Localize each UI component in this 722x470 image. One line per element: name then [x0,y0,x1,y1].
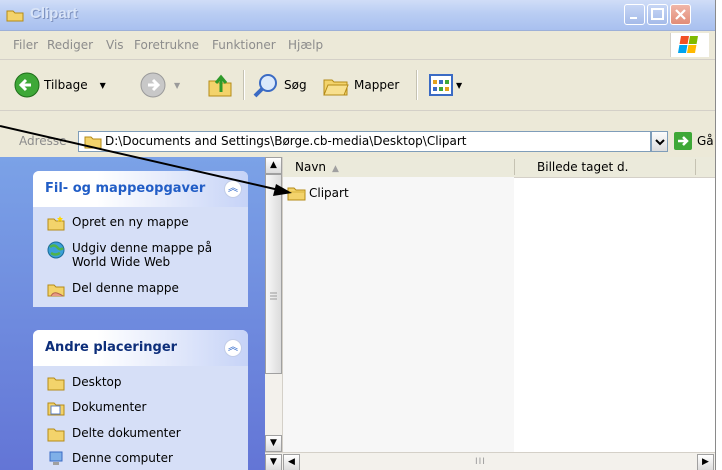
globe-icon [47,241,65,259]
up-folder-icon [208,74,232,97]
collapse-chevron-icon[interactable]: ︽ [224,180,242,198]
menu-view[interactable]: Vis [106,38,124,52]
folder-icon [47,377,65,391]
horizontal-scrollbar[interactable]: ▼ ◀ III ▶ [265,452,715,470]
place-desktop[interactable]: Desktop [47,375,122,391]
back-arrow-icon [14,72,40,98]
place-label: Delte dokumenter [72,426,181,440]
place-label: Dokumenter [72,400,147,414]
menu-help[interactable]: Hjælp [288,38,323,52]
menu-edit[interactable]: Rediger [47,38,93,52]
windows-logo-icon [670,33,709,57]
place-label: Desktop [72,375,122,389]
computer-icon [49,451,63,465]
go-label: Gå [697,134,714,148]
search-button[interactable]: Søg [252,71,307,99]
column-divider[interactable] [514,159,515,175]
column-header: Navn ▲ Billede taget d. [283,157,715,178]
left-pane-scrollbar[interactable]: ▲ ▼ [265,157,283,470]
column-date-taken[interactable]: Billede taget d. [537,160,628,174]
folder-icon [47,428,65,442]
menu-favorites[interactable]: Foretrukne [134,38,199,52]
chevron-down-icon[interactable]: ▼ [174,81,180,90]
search-label: Søg [284,78,307,92]
column-name[interactable]: Navn ▲ [295,160,339,174]
address-input[interactable]: D:\Documents and Settings\Børge.cb-media… [78,131,651,152]
close-button[interactable] [670,4,691,25]
address-value: D:\Documents and Settings\Børge.cb-media… [105,134,467,148]
address-dropdown-button[interactable] [651,131,668,152]
task-label: Del denne mappe [72,281,179,295]
file-tasks-header[interactable]: Fil- og mappeopgaver ︽ [33,171,248,207]
collapse-chevron-icon[interactable]: ︽ [224,339,242,357]
task-new-folder[interactable]: Opret en ny mappe [47,215,189,231]
scroll-down-button[interactable]: ▼ [265,435,282,452]
folders-button[interactable]: Mapper [322,71,399,99]
task-label: Opret en ny mappe [72,215,189,229]
task-publish-web[interactable]: Udgiv denne mappe på World Wide Web [47,241,212,269]
folders-icon [323,79,349,96]
column-divider[interactable] [695,159,696,175]
toolbar-separator [416,70,418,100]
folder-icon [84,134,102,152]
chevron-down-icon[interactable]: ▼ [100,81,106,90]
documents-icon [47,402,65,416]
back-label: Tilbage [44,78,88,92]
file-list-pane: ▲ ▼ Navn ▲ Billede taget d. Clipart ▼ ◀ I… [265,157,715,470]
title-bar[interactable]: Clipart [0,0,715,31]
new-folder-icon [47,216,65,231]
folders-label: Mapper [354,78,400,92]
task-pane: Fil- og mappeopgaver ︽ Opret en ny mappe… [0,157,265,470]
file-tasks-title: Fil- og mappeopgaver [45,181,206,196]
task-label: Udgiv denne mappe på World Wide Web [72,241,213,269]
menu-bar: Filer Rediger Vis Foretrukne Funktioner … [0,31,715,60]
folder-icon [287,187,306,201]
place-my-computer[interactable]: Denne computer [47,451,173,467]
back-button[interactable]: Tilbage ▼ [14,71,106,99]
go-arrow-icon [674,132,692,150]
scroll-down-button[interactable]: ▼ [265,454,282,470]
scroll-left-button[interactable]: ◀ [283,454,300,470]
minimize-button[interactable] [624,4,645,25]
sort-ascending-icon: ▲ [332,164,339,174]
up-folder-button[interactable] [206,71,234,99]
forward-button[interactable]: ▼ [140,71,180,99]
list-item-name: Clipart [309,186,349,200]
maximize-button[interactable] [647,4,668,25]
scroll-up-button[interactable]: ▲ [265,157,282,174]
place-label: Denne computer [72,451,173,465]
address-bar: Adresse D:\Documents and Settings\Børge.… [0,129,715,155]
scroll-thumb[interactable] [265,174,282,374]
scroll-right-button[interactable]: ▶ [697,454,714,470]
other-places-title: Andre placeringer [45,340,178,355]
search-icon [253,74,277,98]
toolbar: Tilbage ▼ ▼ Søg Mapper ▼ [0,60,715,111]
folder-icon [6,8,24,25]
task-share-folder[interactable]: Del denne mappe [47,281,179,297]
menu-file[interactable]: Filer [13,38,38,52]
chevron-down-icon[interactable]: ▼ [456,81,462,90]
menu-tools[interactable]: Funktioner [212,38,276,52]
other-places-panel: Andre placeringer ︽ Desktop Dokumenter D… [33,330,248,470]
views-button[interactable]: ▼ [428,71,462,99]
place-shared-documents[interactable]: Delte dokumenter [47,426,181,442]
list-item[interactable]: Clipart [287,185,349,201]
toolbar-separator [243,70,245,100]
share-folder-icon [47,284,65,297]
place-documents[interactable]: Dokumenter [47,400,146,416]
address-label: Adresse [19,134,67,148]
other-places-header[interactable]: Andre placeringer ︽ [33,330,248,366]
file-tasks-panel: Fil- og mappeopgaver ︽ Opret en ny mappe… [33,171,248,307]
scroll-grip: III [475,457,486,467]
views-icon [429,74,453,96]
explorer-window: Clipart Filer Rediger Vis Foretrukne Fun… [0,0,716,470]
window-title: Clipart [30,5,78,22]
forward-arrow-icon [140,72,166,98]
sorted-column-highlight [283,177,514,452]
go-button[interactable]: Gå [674,132,714,150]
